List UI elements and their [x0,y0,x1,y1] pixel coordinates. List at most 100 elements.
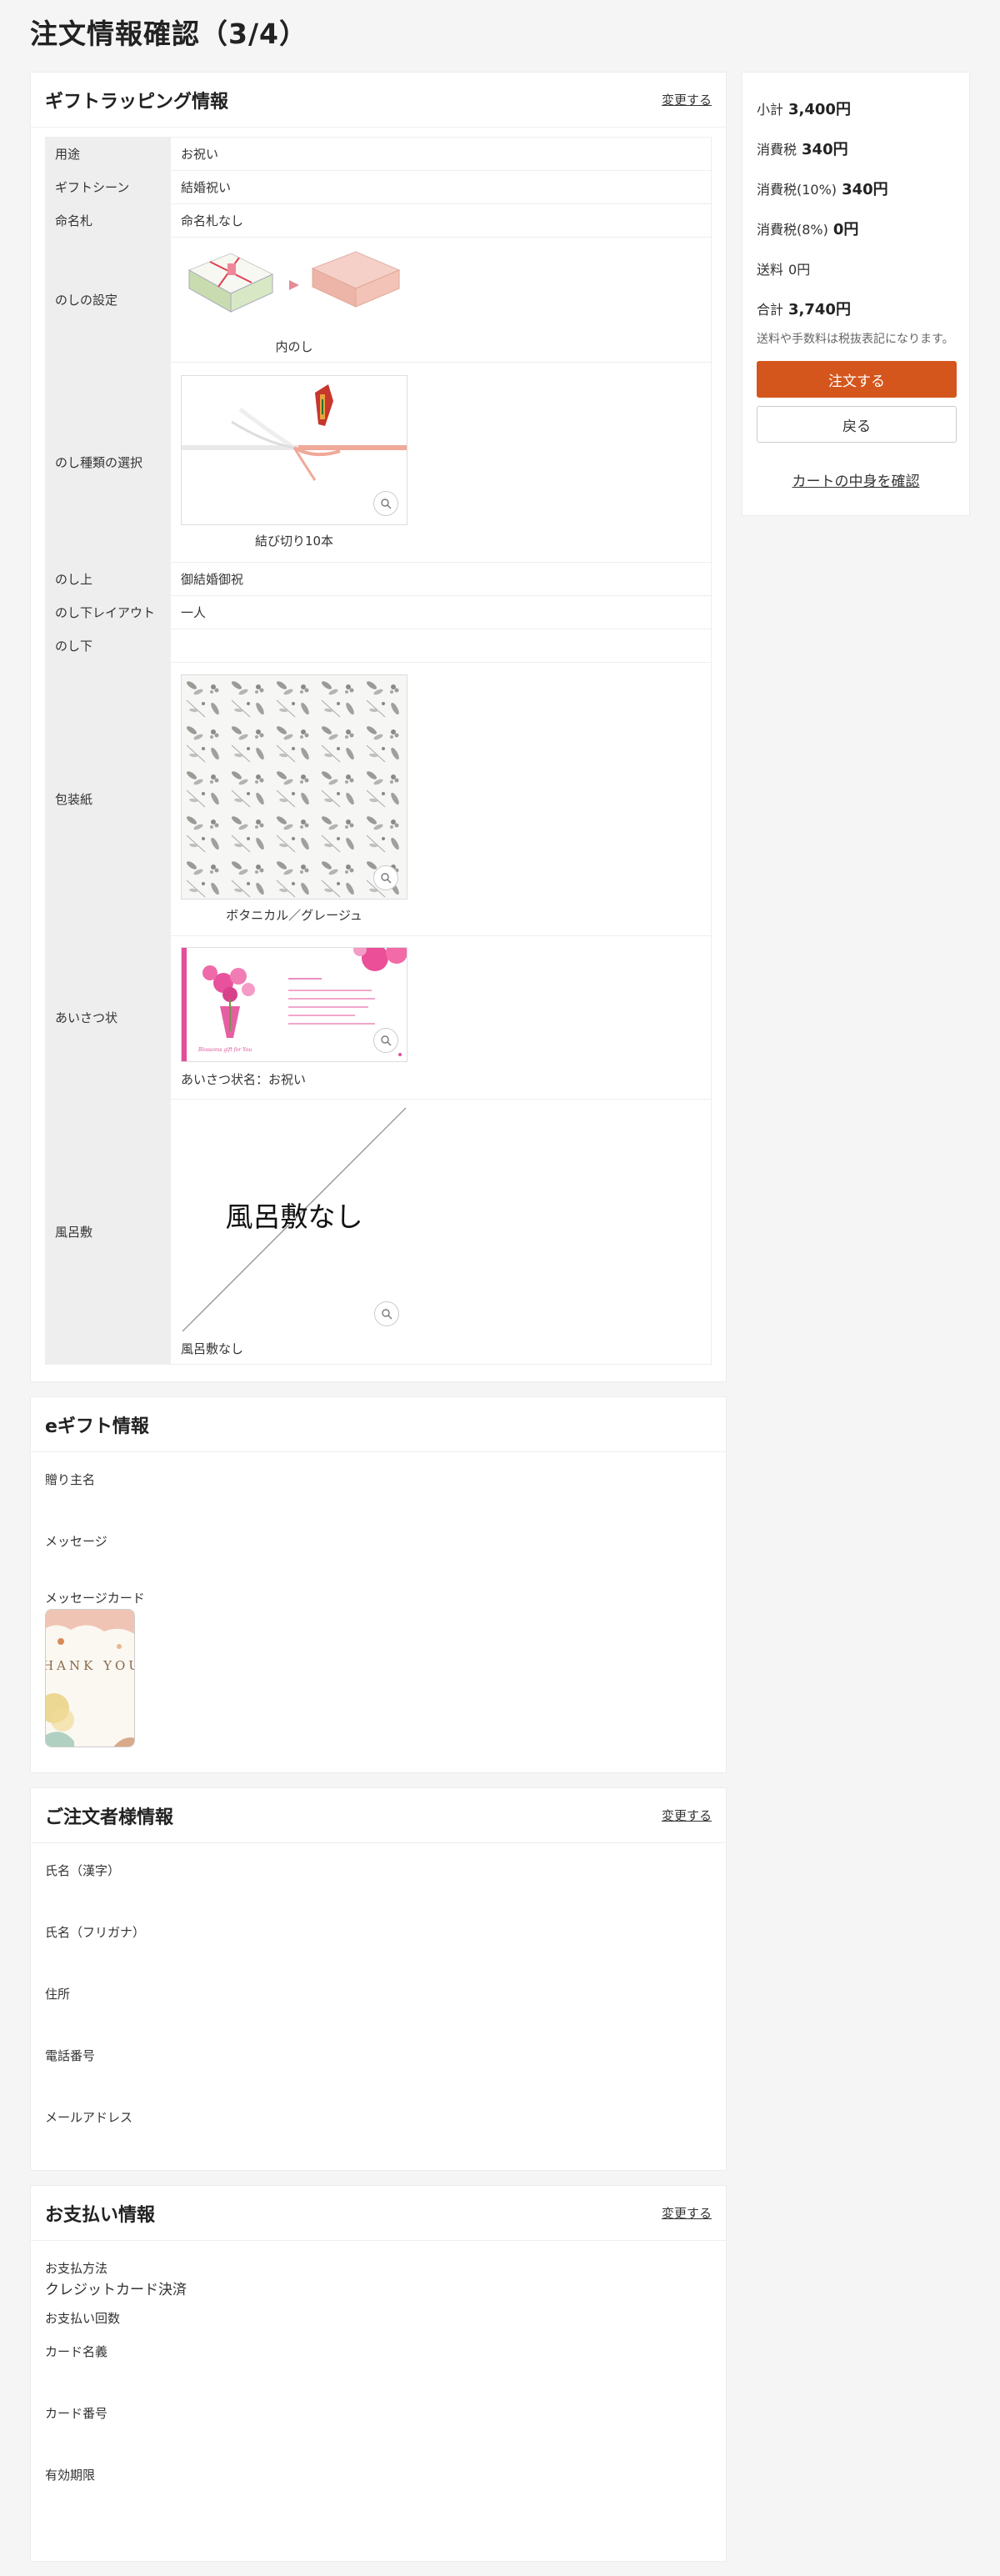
egift-title: eギフト情報 [45,1416,149,1437]
zoom-icon[interactable] [374,1301,399,1326]
zoom-icon[interactable] [373,1028,398,1053]
message-card-label: メッセージカード [45,1591,145,1606]
egift-section: eギフト情報 贈り主名 メッセージ メッセージカード THANK YOU! [30,1396,727,1773]
sender-name-label: 贈り主名 [45,1472,96,1487]
zoom-icon[interactable] [373,491,398,516]
row-label: ギフトシーン [45,170,171,204]
gift-wrapping-title: ギフトラッピング情報 [45,91,229,113]
tax-line: 消費税 340円 [757,128,955,168]
subtotal-label: 小計 [757,102,784,118]
subtotal-line: 小計 3,400円 [757,88,955,128]
row-value: 結婚祝い [171,170,712,204]
shipping-value: 0円 [788,262,811,278]
row-label: 命名札 [45,203,171,238]
row-label: のしの設定 [45,237,171,363]
page-title: 注文情報確認（3/4） [30,18,308,50]
row-value [171,629,712,663]
card-number-label: カード番号 [45,2406,108,2421]
message-label: メッセージ [45,1534,108,1549]
row-label: のし下レイアウト [45,595,171,629]
customer-name-kanji-label: 氏名（漢字） [45,1863,121,1878]
row-label: 用途 [45,137,171,171]
gift-wrapping-table: 用途 お祝い ギフトシーン 結婚祝い 命名札 命名札なし のしの設定 内のし の… [45,137,712,1365]
customer-change-link[interactable]: 変更する [662,1807,712,1824]
row-label: あいさつ状 [45,935,171,1100]
tax-label: 消費税 [757,142,798,158]
tax10-label: 消費税(10%) [757,182,838,198]
customer-phone-label: 電話番号 [45,2048,96,2063]
payment-title: お支払い情報 [45,2204,156,2226]
payment-change-link[interactable]: 変更する [662,2204,712,2222]
greeting-card-script: Blossoms gift for You [198,1047,252,1053]
row-label: のし上 [45,562,171,596]
wrapping-paper-image[interactable] [181,674,408,900]
customer-header: ご注文者様情報 変更する [31,1788,726,1843]
row-wrapping-paper: 包装紙 ボタニカル／グレージュ [45,662,712,936]
row-greeting-card: あいさつ状 Blossoms gift for You あいさつ状名：お祝い [45,935,712,1100]
message-card-image[interactable]: THANK YOU! [45,1609,135,1747]
customer-email-label: メールアドレス [45,2110,133,2125]
shipping-label: 送料 [757,262,784,278]
customer-address-label: 住所 [45,1987,71,2002]
tax8-line: 消費税(8%) 0円 [757,208,955,248]
row-label: 風呂敷 [45,1099,171,1365]
expiry-label: 有効期限 [45,2468,96,2483]
main-column: ギフトラッピング情報 変更する 用途 お祝い ギフトシーン 結婚祝い 命名札 命… [30,72,727,2576]
tax-value: 340円 [802,141,848,158]
payment-section: お支払い情報 変更する お支払方法 クレジットカード決済 お支払い回数 カード名… [30,2185,727,2562]
installments-label: お支払い回数 [45,2311,121,2326]
tax8-value: 0円 [832,221,859,238]
zoom-icon[interactable] [373,865,398,890]
tax10-value: 340円 [842,181,888,198]
view-cart-link[interactable]: カートの中身を確認 [757,469,955,490]
customer-title: ご注文者様情報 [45,1807,174,1828]
total-value: 3,740円 [788,301,851,318]
row-noshi-top: のし上 御結婚御祝 [45,562,712,596]
row-label: 包装紙 [45,662,171,936]
row-label: のし種類の選択 [45,362,171,563]
furoshiki-none-text: 風呂敷なし [225,1200,363,1233]
row-usage: 用途 お祝い [45,137,712,171]
wrapping-paper-caption: ボタニカル／グレージュ [226,908,362,923]
row-label: のし下 [45,629,171,663]
row-value: 一人 [171,595,712,629]
tax8-label: 消費税(8%) [757,222,828,238]
gift-wrapping-header: ギフトラッピング情報 変更する [31,73,726,128]
payment-method-label: お支払方法 [45,2261,108,2276]
row-noshi-type: のし種類の選択 結び切り10本 [45,362,712,563]
gift-wrapping-section: ギフトラッピング情報 変更する 用途 お祝い ギフトシーン 結婚祝い 命名札 命… [30,72,727,1382]
order-button[interactable]: 注文する [757,361,957,398]
tax-note: 送料や手数料は税抜表記になります。 [757,333,954,346]
payment-method-value: クレジットカード決済 [45,2282,187,2298]
order-summary: 小計 3,400円 消費税 340円 消費税(10%) 340円 消費税(8%) 0円 … [742,72,970,516]
row-noshi-layout: のし下レイアウト 一人 [45,595,712,629]
row-noshi-bottom: のし下 [45,629,712,663]
gift-wrapping-change-link[interactable]: 変更する [662,91,712,108]
card-holder-label: カード名義 [45,2344,108,2359]
row-noshi-setting: のしの設定 内のし [45,237,712,363]
total-label: 合計 [757,302,784,318]
inner-noshi-illustration [188,250,401,313]
shipping-line: 送料 0円 [757,248,955,288]
greeting-card-caption: あいさつ状名：お祝い [181,1072,307,1087]
customer-name-kana-label: 氏名（フリガナ） [45,1925,146,1940]
noshi-setting-caption: 内のし [275,338,313,354]
tax10-line: 消費税(10%) 340円 [757,168,955,208]
payment-header: お支払い情報 変更する [31,2186,726,2241]
noshi-type-caption: 結び切り10本 [254,534,334,549]
total-line: 合計 3,740円 [757,288,955,328]
back-button[interactable]: 戻る [757,406,957,443]
row-name-card: 命名札 命名札なし [45,203,712,238]
row-value: 命名札なし [171,203,712,238]
row-value: お祝い [171,137,712,171]
customer-section: ご注文者様情報 変更する 氏名（漢字） 氏名（フリガナ） 住所 電話番号 メール… [30,1787,727,2171]
furoshiki-caption: 風呂敷なし [181,1341,244,1356]
subtotal-value: 3,400円 [788,101,851,118]
greeting-card-image[interactable]: Blossoms gift for You [181,947,408,1062]
row-value: 御結婚御祝 [171,562,712,596]
noshi-type-image[interactable] [181,375,408,525]
furoshiki-image[interactable]: 風呂敷なし [181,1106,408,1333]
row-furoshiki: 風呂敷 風呂敷なし 風呂敷なし [45,1099,712,1365]
message-card-text: THANK YOU! [46,1658,135,1673]
row-scene: ギフトシーン 結婚祝い [45,170,712,204]
